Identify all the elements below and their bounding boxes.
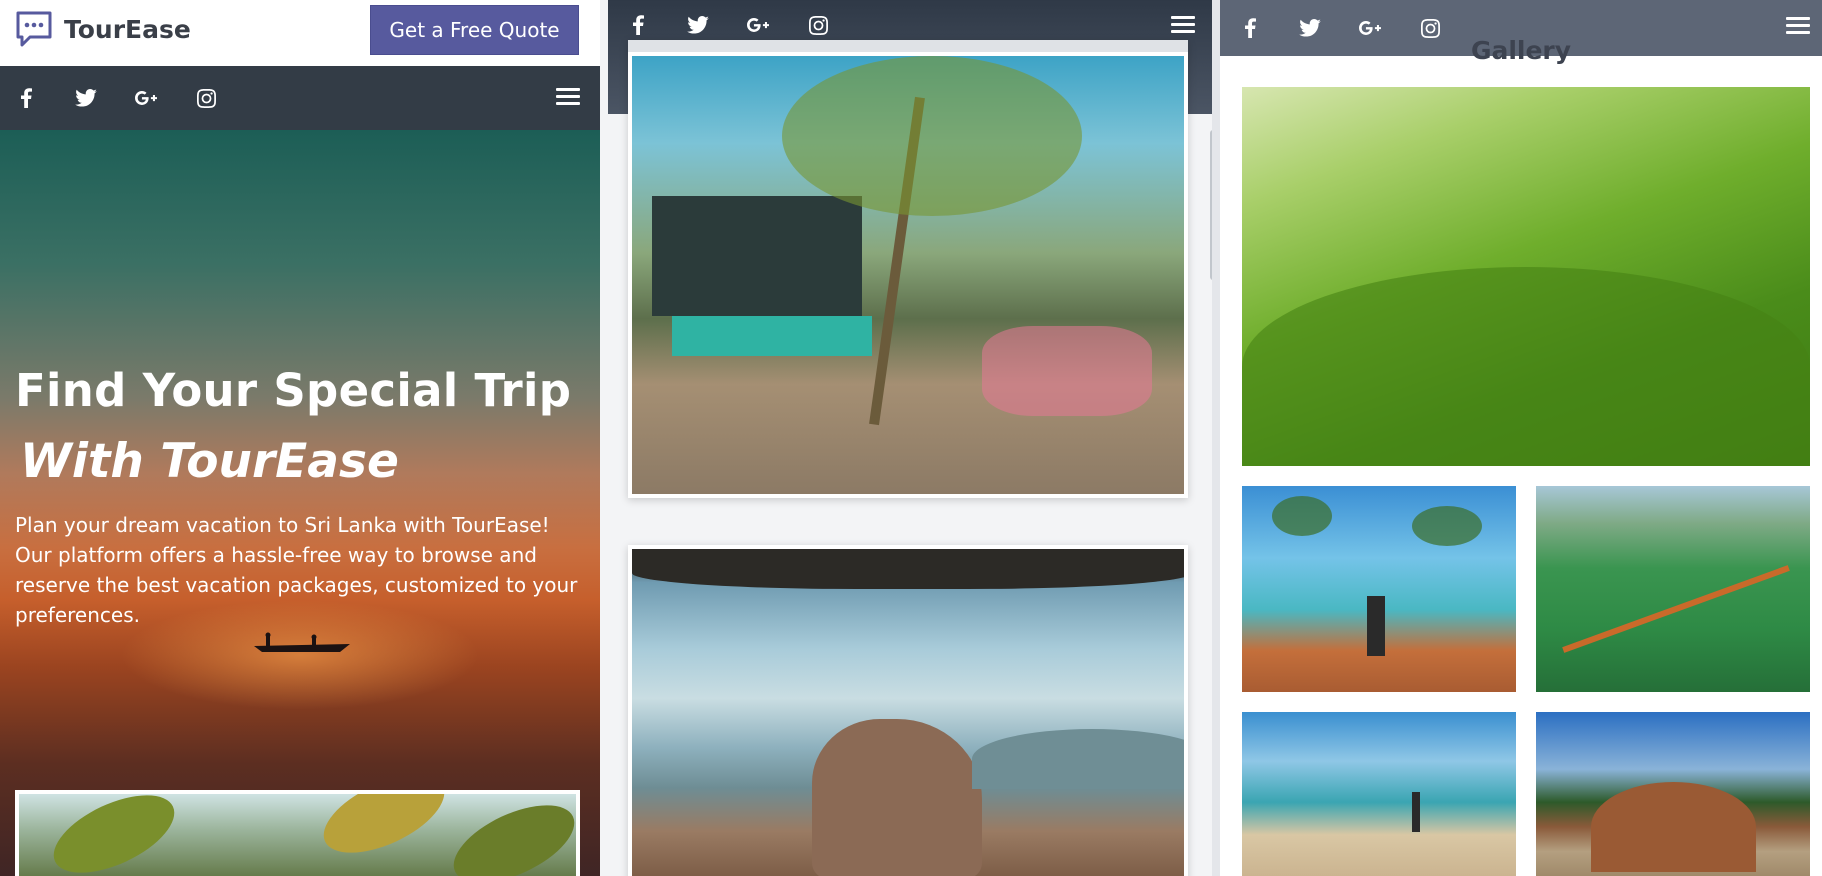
social-navbar [0,66,600,130]
twitter-icon[interactable] [668,16,728,34]
instagram-icon[interactable] [176,88,236,108]
sigiriya-image[interactable] [632,549,1184,876]
package-card[interactable] [628,545,1188,876]
facebook-icon[interactable] [608,15,668,35]
google-plus-icon[interactable] [728,18,788,32]
twitter-icon[interactable] [56,89,116,107]
hero-subtitle: With TourEase [20,434,399,489]
hero-section [0,130,600,876]
twitter-icon[interactable] [1280,19,1340,37]
gallery-image-tea-hills[interactable] [1242,87,1810,466]
home-panel: TourEase Get a Free Quote Find Your Spec… [0,0,600,876]
gallery-panel: Gallery [1220,0,1822,876]
google-plus-icon[interactable] [116,91,176,105]
hero-title: Find Your Special Trip [15,364,572,417]
brand-bar: TourEase Get a Free Quote [0,0,600,66]
instagram-icon[interactable] [788,15,848,35]
brand-name[interactable]: TourEase [64,15,191,44]
menu-hamburger-icon[interactable] [1171,12,1195,37]
gallery-image-tea-road[interactable] [1536,486,1810,692]
google-plus-icon[interactable] [1340,21,1400,35]
resort-image[interactable] [632,56,1184,494]
gallery-title: Gallery [1470,36,1572,65]
gallery-image-stupa[interactable] [1536,712,1810,876]
facebook-icon[interactable] [0,88,56,108]
package-card[interactable] [628,40,1188,498]
menu-hamburger-icon[interactable] [556,84,580,109]
hero-description: Plan your dream vacation to Sri Lanka wi… [15,513,578,627]
get-quote-button[interactable]: Get a Free Quote [370,5,579,55]
gallery-image-palms[interactable] [1242,486,1516,692]
packages-panel [600,0,1220,876]
instagram-icon[interactable] [1400,18,1460,38]
resort-thumbnail[interactable] [15,790,580,876]
menu-hamburger-icon[interactable] [1786,13,1810,38]
chat-logo-icon[interactable] [14,9,54,49]
panel-divider [1212,0,1220,876]
boat-silhouette [254,632,350,652]
gallery-image-stilt-fishers[interactable] [1242,712,1516,876]
facebook-icon[interactable] [1220,18,1280,38]
